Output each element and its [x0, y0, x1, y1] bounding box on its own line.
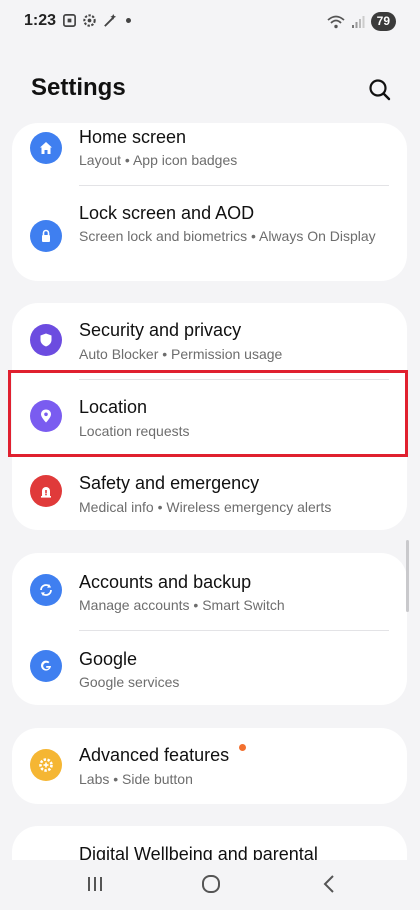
- search-button[interactable]: [366, 76, 394, 104]
- wifi-icon: [327, 15, 345, 28]
- back-chevron-icon: [323, 875, 334, 893]
- setting-item-subtitle: Manage accounts • Smart Switch: [79, 597, 285, 613]
- signal-icon: [351, 15, 365, 28]
- setting-item-title: Security and privacy: [79, 320, 242, 340]
- back-button[interactable]: [314, 872, 344, 896]
- search-icon: [369, 79, 391, 101]
- setting-item-subtitle: Google services: [79, 674, 180, 690]
- status-bar: 1:23 79: [0, 0, 420, 44]
- setting-item-subtitle: Medical info • Wireless emergency alerts: [79, 499, 332, 515]
- home-circle-icon: [202, 875, 220, 893]
- settings-gear-icon: [83, 14, 96, 27]
- emergency-alert-icon: [30, 475, 62, 507]
- setting-item-title: Google: [79, 649, 138, 669]
- setting-item-digital-wellbeing[interactable]: Digital Wellbeing and parental: [12, 826, 407, 860]
- setting-item-title: Advanced features: [79, 745, 230, 765]
- setting-item-safety-emergency[interactable]: Safety and emergency Medical info • Wire…: [12, 455, 407, 530]
- settings-card-display: Home screen Layout • App icon badges Loc…: [12, 123, 407, 281]
- recents-button[interactable]: [80, 872, 110, 896]
- gear-plus-icon: [30, 749, 62, 781]
- settings-card-wellbeing: Digital Wellbeing and parental: [12, 826, 407, 860]
- setting-item-accounts-backup[interactable]: Accounts and backup Manage accounts • Sm…: [12, 553, 407, 629]
- setting-item-google[interactable]: Google Google services: [12, 631, 407, 705]
- page-title: Settings: [31, 74, 126, 101]
- setting-item-lock-screen[interactable]: Lock screen and AOD Screen lock and biom…: [12, 186, 407, 281]
- new-badge-dot: [239, 744, 246, 751]
- settings-card-accounts: Accounts and backup Manage accounts • Sm…: [12, 553, 407, 705]
- shield-icon: [30, 324, 62, 356]
- navigation-bar: [0, 860, 420, 910]
- battery-badge: 79: [370, 12, 396, 31]
- setting-item-subtitle: Layout • App icon badges: [79, 152, 238, 168]
- home-icon: [30, 132, 62, 164]
- recents-icon: [88, 877, 102, 891]
- setting-item-title: Safety and emergency: [79, 473, 260, 493]
- sync-icon: [30, 574, 62, 606]
- setting-item-subtitle: Labs • Side button: [79, 771, 193, 787]
- home-button[interactable]: [196, 872, 226, 896]
- setting-item-advanced-features[interactable]: Advanced features Labs • Side button: [12, 728, 407, 804]
- setting-item-security-privacy[interactable]: Security and privacy Auto Blocker • Perm…: [12, 303, 407, 378]
- setting-item-title: Accounts and backup: [79, 572, 252, 592]
- magic-wand-icon: [104, 13, 117, 27]
- setting-item-subtitle: Auto Blocker • Permission usage: [79, 346, 283, 362]
- notification-dot-icon: [126, 18, 131, 23]
- setting-item-home-screen[interactable]: Home screen Layout • App icon badges: [12, 123, 407, 185]
- setting-item-title: Digital Wellbeing and parental: [79, 844, 318, 860]
- setting-item-title: Home screen: [79, 127, 187, 147]
- lock-icon: [30, 220, 62, 252]
- setting-item-subtitle: Screen lock and biometrics • Always On D…: [79, 228, 376, 244]
- screenshot-icon: [63, 14, 76, 27]
- google-icon: [30, 650, 62, 682]
- status-time: 1:23: [24, 12, 57, 29]
- setting-item-title: Lock screen and AOD: [79, 203, 255, 223]
- location-highlight-box: [8, 370, 408, 457]
- scrollbar[interactable]: [406, 540, 409, 612]
- settings-card-advanced: Advanced features Labs • Side button: [12, 728, 407, 804]
